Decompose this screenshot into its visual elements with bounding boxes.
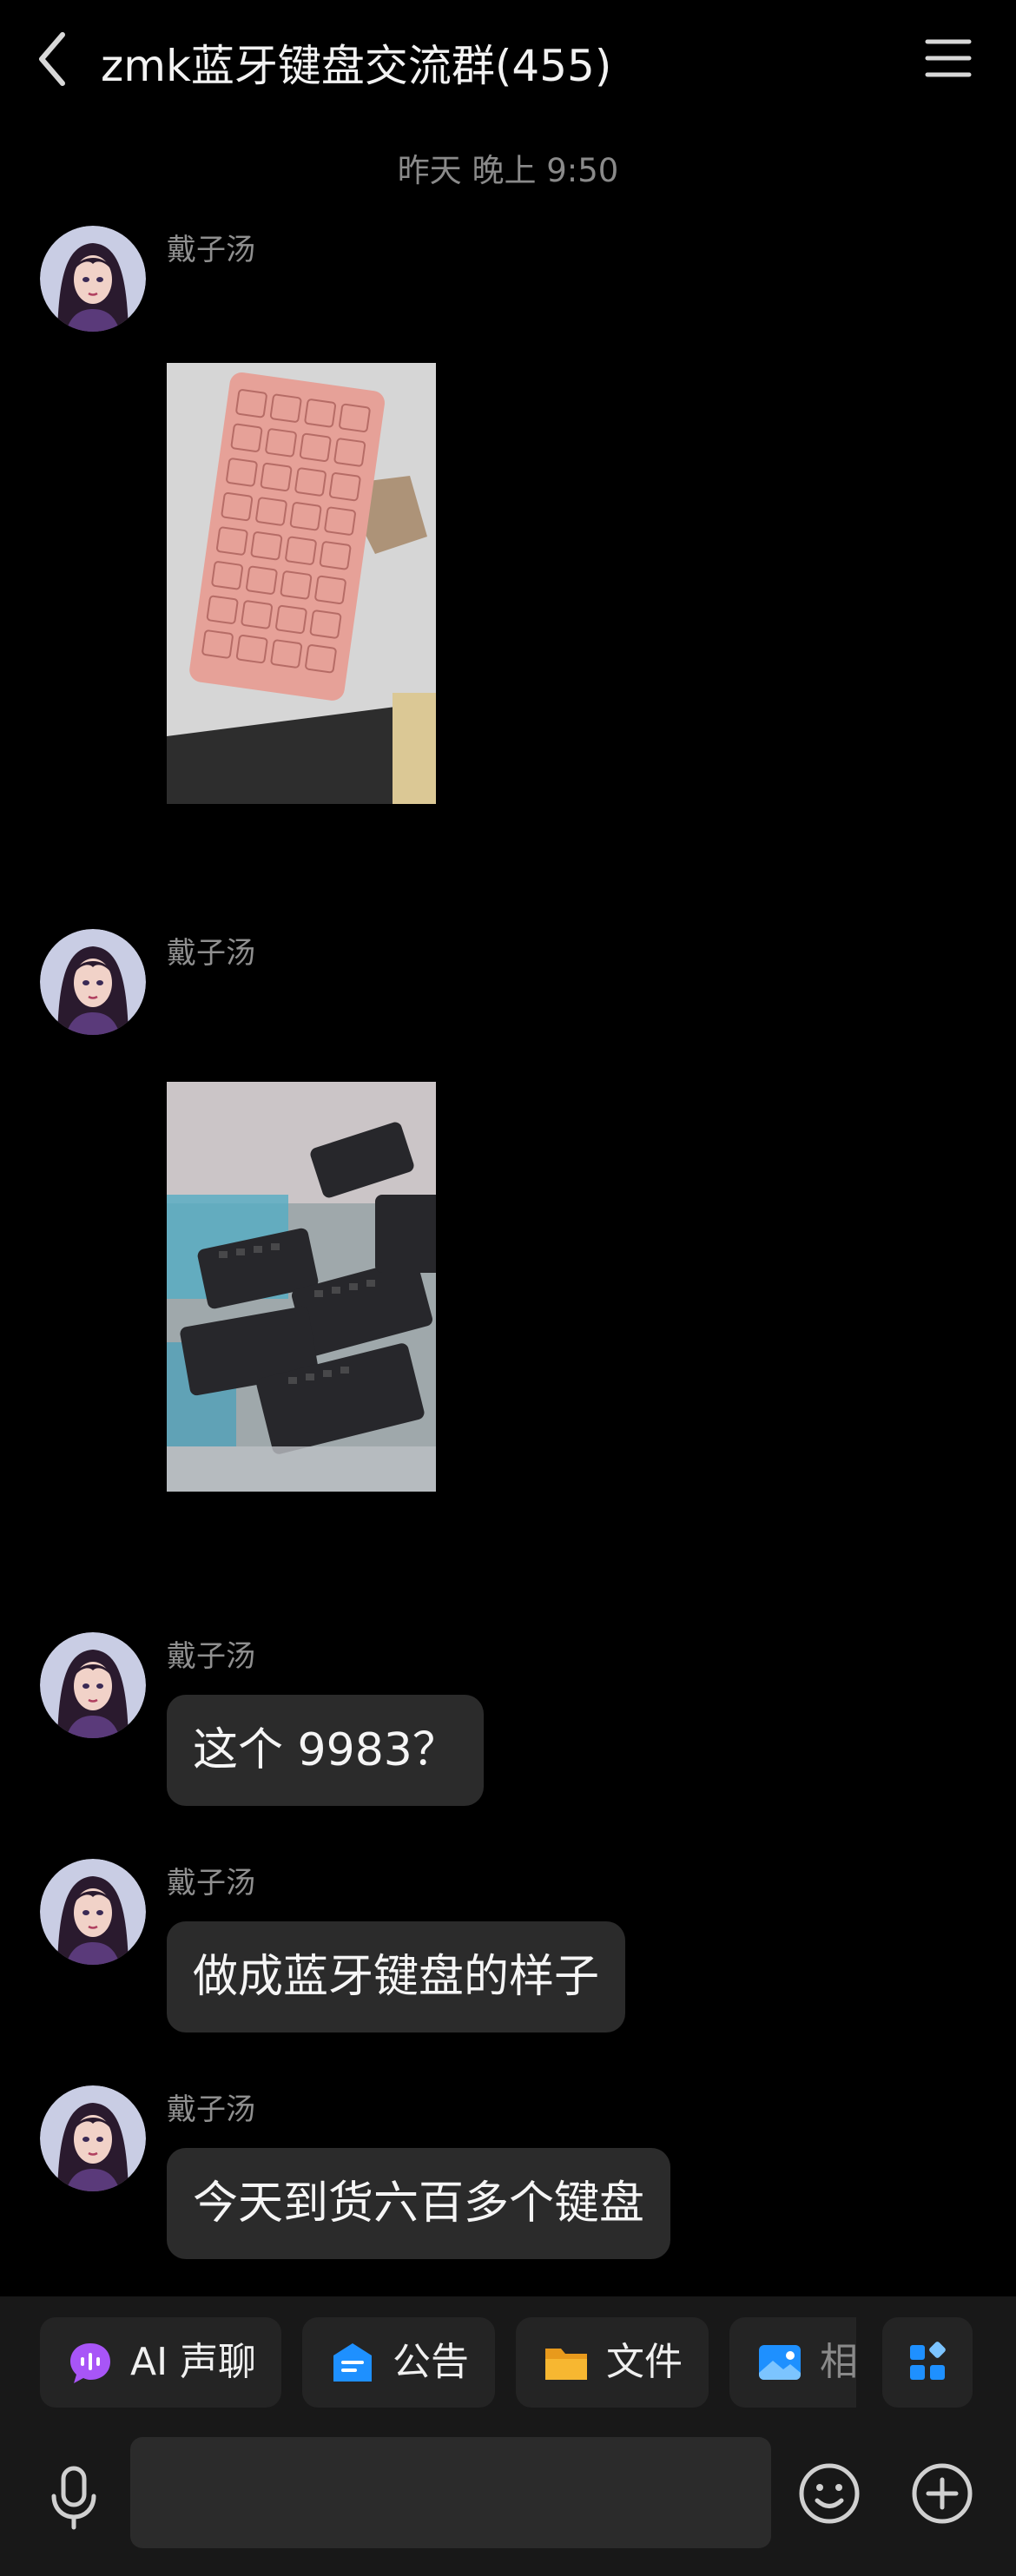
avatar[interactable] bbox=[40, 226, 146, 332]
back-button[interactable] bbox=[26, 26, 87, 91]
message-row: 戴子汤 bbox=[0, 929, 1016, 1502]
message-input[interactable] bbox=[130, 2437, 771, 2548]
avatar[interactable] bbox=[40, 2085, 146, 2191]
tool-label: 相 bbox=[820, 2340, 856, 2384]
tool-label: 文件 bbox=[606, 2340, 683, 2384]
folder-icon bbox=[545, 2349, 587, 2380]
avatar-image bbox=[40, 1859, 146, 1965]
plus-circle-icon bbox=[912, 2463, 973, 2524]
avatar[interactable] bbox=[40, 1632, 146, 1738]
avatar-image bbox=[40, 929, 146, 1035]
chat-header: zmk蓝牙键盘交流群(455) bbox=[0, 0, 1016, 122]
sender-name: 戴子汤 bbox=[167, 2092, 255, 2127]
menu-button[interactable] bbox=[917, 30, 978, 87]
message-row: 戴子汤 做成蓝牙键盘的样子 bbox=[0, 1859, 1016, 2041]
voice-input-button[interactable] bbox=[35, 2458, 113, 2536]
message-row: 戴子汤 这个 9983？ bbox=[0, 1632, 1016, 1815]
apps-button[interactable] bbox=[882, 2317, 973, 2408]
emoji-button[interactable] bbox=[790, 2454, 868, 2533]
avatar[interactable] bbox=[40, 929, 146, 1035]
message-bubble[interactable]: 今天到货六百多个键盘 bbox=[167, 2148, 671, 2259]
message-row: 戴子汤 bbox=[0, 226, 1016, 816]
files-button[interactable]: 文件 bbox=[516, 2317, 709, 2408]
menu-icon bbox=[925, 39, 972, 77]
smiley-icon bbox=[799, 2463, 860, 2524]
message-bubble[interactable]: 这个 9983？ bbox=[167, 1695, 484, 1806]
announcement-icon bbox=[333, 2343, 372, 2382]
sender-name: 戴子汤 bbox=[167, 233, 255, 267]
avatar-image bbox=[40, 2085, 146, 2191]
image-message-pink-keyboard[interactable] bbox=[167, 363, 436, 804]
more-actions-button[interactable] bbox=[903, 2454, 981, 2533]
avatar-image bbox=[40, 226, 146, 332]
message-bubble[interactable]: 做成蓝牙键盘的样子 bbox=[167, 1921, 626, 2032]
ai-voice-chat-button[interactable]: AI 声聊 bbox=[40, 2317, 281, 2408]
chat-screen: zmk蓝牙键盘交流群(455) 昨天 晚上 9:50 戴子汤 戴子汤 戴子汤 这… bbox=[0, 0, 1016, 2576]
tool-label: 公告 bbox=[393, 2340, 469, 2384]
avatar[interactable] bbox=[40, 1859, 146, 1965]
album-button[interactable]: 相 bbox=[729, 2317, 856, 2408]
chevron-left-icon bbox=[39, 32, 65, 86]
image-message-black-keyboards[interactable] bbox=[167, 1082, 436, 1492]
album-icon bbox=[759, 2345, 801, 2380]
announcement-button[interactable]: 公告 bbox=[302, 2317, 495, 2408]
chat-input-panel: AI 声聊 公告 文件 相 bbox=[0, 2296, 1016, 2576]
avatar-image bbox=[40, 1632, 146, 1738]
microphone-icon bbox=[51, 2466, 96, 2530]
quick-tools-bar: AI 声聊 公告 文件 相 bbox=[0, 2317, 1016, 2409]
sender-name: 戴子汤 bbox=[167, 1866, 255, 1901]
sender-name: 戴子汤 bbox=[167, 1639, 255, 1674]
sender-name: 戴子汤 bbox=[167, 936, 255, 971]
ai-voice-chat-icon bbox=[70, 2343, 110, 2383]
apps-grid-icon bbox=[910, 2342, 946, 2380]
chat-title: zmk蓝牙键盘交流群(455) bbox=[101, 41, 612, 91]
message-timestamp: 昨天 晚上 9:50 bbox=[397, 152, 619, 189]
tool-label: AI 声聊 bbox=[130, 2340, 257, 2384]
message-row: 戴子汤 今天到货六百多个键盘 bbox=[0, 2085, 1016, 2268]
input-row bbox=[0, 2437, 1016, 2550]
